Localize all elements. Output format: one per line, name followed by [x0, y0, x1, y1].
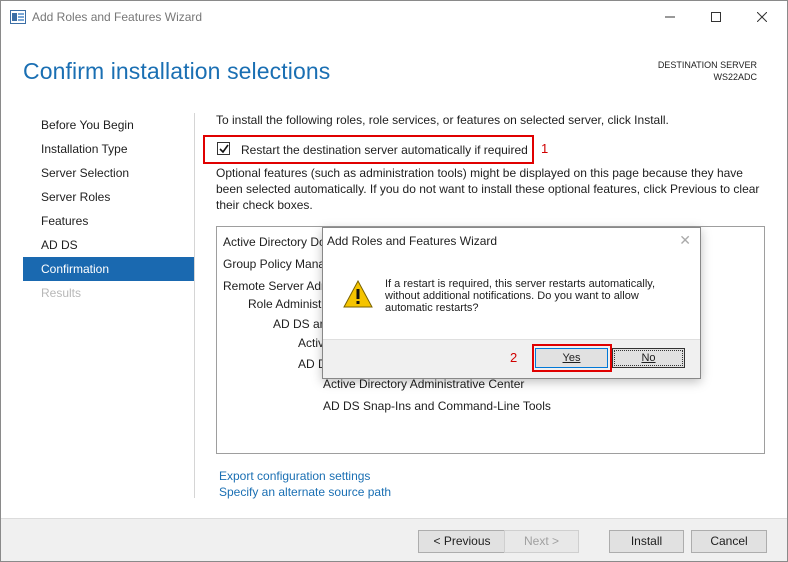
dialog-title: Add Roles and Features Wizard — [327, 234, 498, 248]
page-title: Confirm installation selections — [23, 58, 331, 84]
dialog-footer: 2 Yes No — [323, 339, 700, 378]
intro-text: To install the following roles, role ser… — [216, 113, 669, 127]
window-title: Add Roles and Features Wizard — [32, 10, 203, 24]
no-button[interactable]: No — [612, 348, 685, 368]
yes-button-label: Yes — [562, 352, 581, 364]
nav-item-server-selection[interactable]: Server Selection — [23, 161, 194, 185]
title-bar: Add Roles and Features Wizard — [1, 1, 787, 33]
destination-server: DESTINATION SERVER WS22ADC — [658, 59, 757, 83]
no-button-label: No — [641, 352, 656, 364]
dialog-close-icon[interactable]: ✕ — [679, 232, 691, 249]
destination-label: DESTINATION SERVER — [657, 60, 757, 70]
nav-item-installation-type[interactable]: Installation Type — [23, 137, 194, 161]
list-item: Remote Server Adr — [223, 279, 326, 293]
install-button[interactable]: Install — [609, 530, 684, 553]
nav-item-results: Results — [41, 286, 82, 300]
close-icon[interactable] — [739, 1, 785, 33]
wizard-window: Add Roles and Features Wizard Confirm in… — [0, 0, 788, 562]
wizard-footer: < Previous Next > Install Cancel — [1, 518, 787, 561]
nav-item-server-roles[interactable]: Server Roles — [23, 185, 194, 209]
nav-item-features[interactable]: Features — [23, 209, 194, 233]
destination-server-name: WS22ADC — [713, 72, 757, 82]
restart-confirm-dialog: Add Roles and Features Wizard ✕ If a res… — [322, 227, 701, 379]
restart-checkbox-label[interactable]: Restart the destination server automatic… — [241, 143, 528, 157]
annotation-number-1: 1 — [541, 141, 549, 156]
alternate-source-link[interactable]: Specify an alternate source path — [219, 484, 391, 500]
nav-item-ad-ds[interactable]: AD DS — [23, 233, 194, 257]
nav-item-confirmation[interactable]: Confirmation — [23, 257, 194, 281]
warning-icon — [343, 279, 373, 308]
annotation-number-2: 2 — [510, 350, 518, 365]
dialog-message: If a restart is required, this server re… — [385, 278, 655, 314]
links-area: Export configuration settings Specify an… — [219, 468, 391, 500]
next-button: Next > — [504, 530, 579, 553]
nav-divider — [194, 113, 195, 498]
restart-checkbox[interactable] — [217, 142, 230, 155]
export-configuration-link[interactable]: Export configuration settings — [219, 468, 391, 484]
list-item: AD DS an — [273, 317, 327, 331]
list-item: Role Administ — [248, 297, 322, 311]
yes-button[interactable]: Yes — [535, 348, 608, 368]
maximize-icon[interactable] — [693, 1, 739, 33]
cancel-button[interactable]: Cancel — [691, 530, 767, 553]
nav-item-before-you-begin[interactable]: Before You Begin — [23, 113, 194, 137]
list-item: Active Directory Do — [223, 235, 326, 249]
list-item: Active Directory Administrative Center — [323, 377, 525, 391]
previous-button[interactable]: < Previous — [418, 530, 506, 553]
optional-features-note: Optional features (such as administratio… — [216, 166, 760, 212]
list-item: Activ — [298, 336, 325, 350]
list-item: Group Policy Mana — [223, 257, 326, 271]
server-manager-icon — [10, 10, 26, 24]
list-item: AD DS Snap-Ins and Command-Line Tools — [323, 399, 551, 413]
minimize-icon[interactable] — [647, 1, 693, 33]
wizard-nav: Before You Begin Installation Type Serve… — [23, 113, 194, 305]
